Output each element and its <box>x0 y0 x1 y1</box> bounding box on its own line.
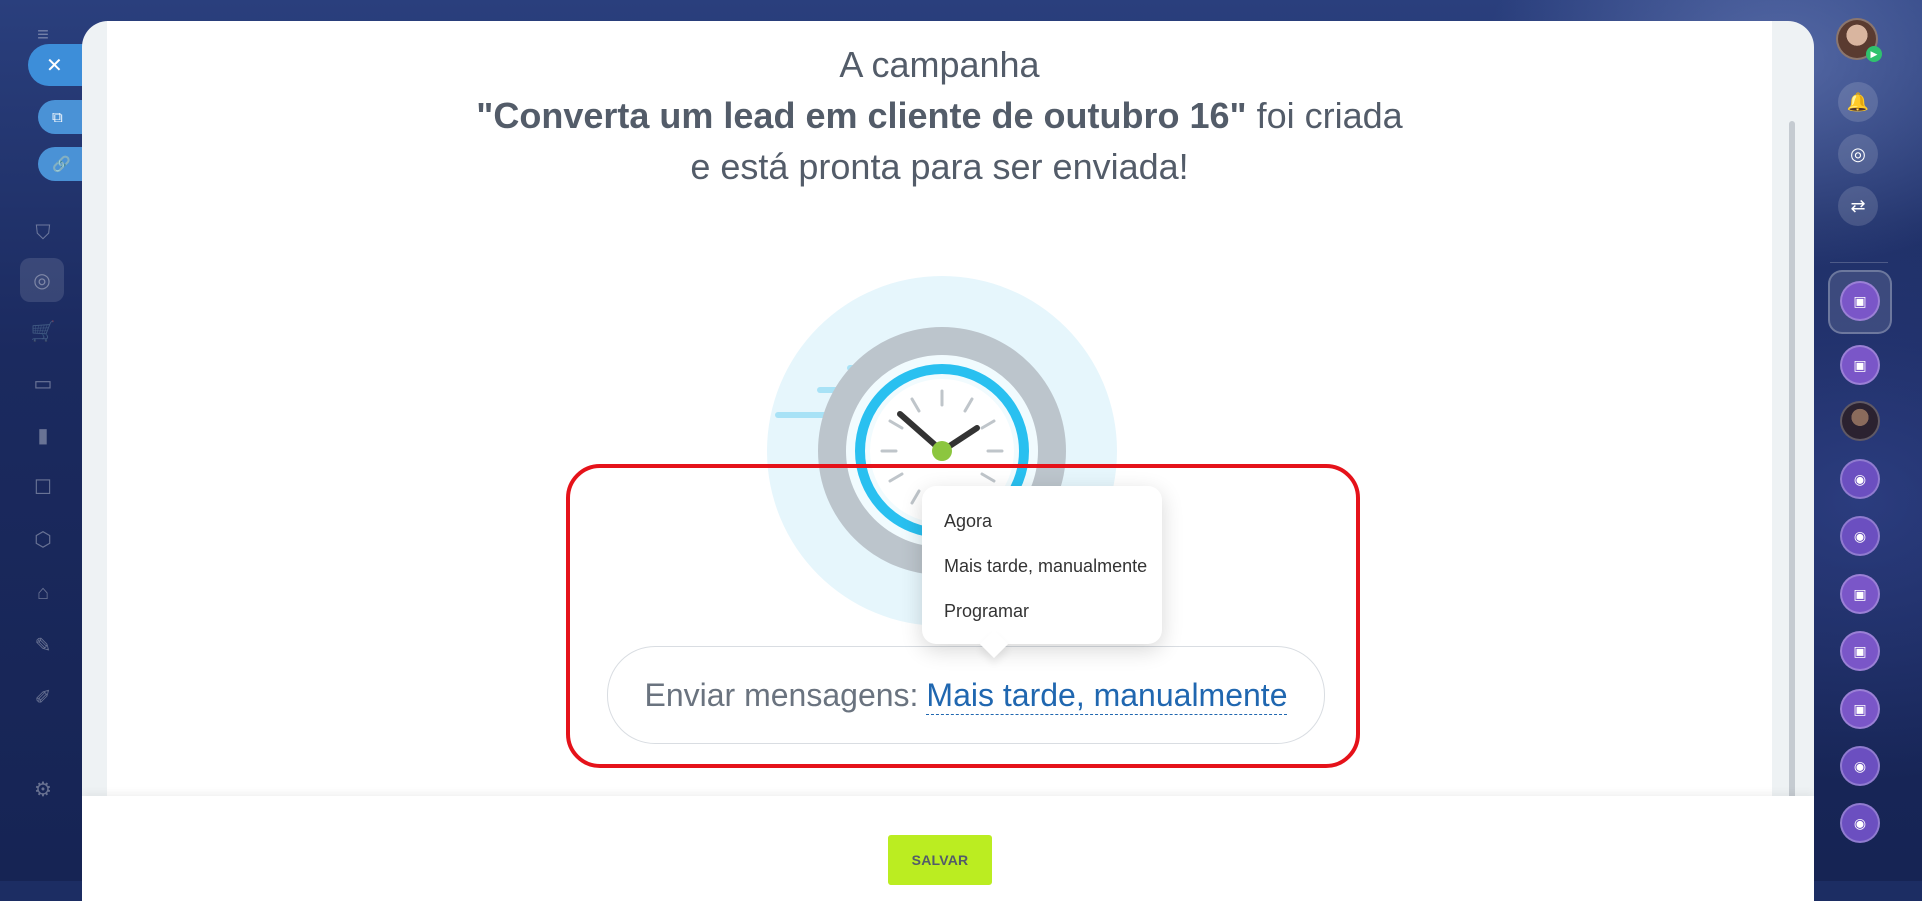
user-avatar[interactable]: ▶ <box>1836 18 1882 62</box>
settings-icon[interactable]: ⚙ <box>28 774 58 804</box>
contact-icon: ▣ <box>1853 585 1867 602</box>
openline-icon: ◉ <box>1853 527 1867 544</box>
id-card-icon[interactable]: ▭ <box>28 368 58 398</box>
warehouse-icon[interactable]: ⌂ <box>28 578 58 608</box>
title-line-2-suffix: foi criada <box>1246 95 1403 136</box>
funnel-icon[interactable]: ⛉ <box>28 218 58 248</box>
external-link-icon: ⧉ <box>52 108 63 126</box>
openline-icon: ◉ <box>1853 757 1867 774</box>
recent-chat-6[interactable]: ▣ <box>1840 574 1880 614</box>
recent-chat-4[interactable]: ◉ <box>1840 459 1880 499</box>
footer-bar: SALVAR <box>82 796 1814 901</box>
recent-chat-1[interactable]: ▣ <box>1840 281 1880 321</box>
contact-icon: ▣ <box>1853 356 1867 373</box>
title-line-2: "Converta um lead em cliente de outubro … <box>107 90 1772 141</box>
activity-button[interactable]: ◎ <box>1838 134 1878 174</box>
recent-chat-8[interactable]: ▣ <box>1840 689 1880 729</box>
chat-switch-button[interactable]: ⇄ <box>1838 186 1878 226</box>
chat-icon: ⇄ <box>1850 195 1866 216</box>
box-icon[interactable]: ⬡ <box>28 524 58 554</box>
recent-chat-7[interactable]: ▣ <box>1840 631 1880 671</box>
target-icon: ◎ <box>1850 143 1866 164</box>
contact-icon: ▣ <box>1853 292 1867 309</box>
menu-item-programar[interactable]: Programar <box>922 589 1162 634</box>
slider-panel: A campanha "Converta um lead em cliente … <box>82 21 1814 901</box>
campaign-name: "Converta um lead em cliente de outubro … <box>476 95 1247 136</box>
status-play-icon: ▶ <box>1866 46 1882 62</box>
close-slider-button[interactable]: ✕ <box>28 44 90 86</box>
scrollbar[interactable] <box>1789 121 1795 851</box>
cart-icon[interactable]: 🛒 <box>28 316 58 346</box>
recent-chat-5[interactable]: ◉ <box>1840 516 1880 556</box>
robot-icon[interactable]: ☐ <box>28 472 58 502</box>
bell-icon: 🔔 <box>1846 91 1870 112</box>
menu-item-agora[interactable]: Agora <box>922 499 1162 544</box>
chart-icon[interactable]: ▮ <box>28 420 58 450</box>
close-icon: ✕ <box>46 54 63 77</box>
notifications-button[interactable]: 🔔 <box>1838 82 1878 122</box>
save-button[interactable]: SALVAR <box>888 835 992 885</box>
title-line-3: e está pronta para ser enviada! <box>690 146 1189 187</box>
target-icon[interactable]: ◎ <box>20 258 64 302</box>
menu-item-mais-tarde[interactable]: Mais tarde, manualmente <box>922 544 1162 589</box>
link-icon: 🔗 <box>52 156 71 173</box>
openline-icon: ◉ <box>1853 470 1867 487</box>
campaign-created-content: A campanha "Converta um lead em cliente … <box>107 21 1772 796</box>
contact-icon: ▣ <box>1853 700 1867 717</box>
pen-icon[interactable]: ✎ <box>28 630 58 660</box>
openline-icon: ◉ <box>1853 814 1867 831</box>
sidebar-divider <box>1830 262 1888 263</box>
doc-edit-icon[interactable]: ✐ <box>28 682 58 712</box>
page-title: A campanha "Converta um lead em cliente … <box>107 39 1772 192</box>
recent-chat-9[interactable]: ◉ <box>1840 746 1880 786</box>
right-sidebar: ▶ 🔔 ◎ ⇄ ▣ ▣ ◉ ◉ ▣ ▣ ▣ ◉ ◉ <box>1814 0 1922 881</box>
recent-chat-10[interactable]: ◉ <box>1840 803 1880 843</box>
recent-chat-3[interactable] <box>1840 401 1880 441</box>
contact-icon: ▣ <box>1853 642 1867 659</box>
recent-chat-2[interactable]: ▣ <box>1840 345 1880 385</box>
title-line-1: A campanha <box>839 44 1040 85</box>
send-mode-menu: Agora Mais tarde, manualmente Programar <box>922 486 1162 644</box>
